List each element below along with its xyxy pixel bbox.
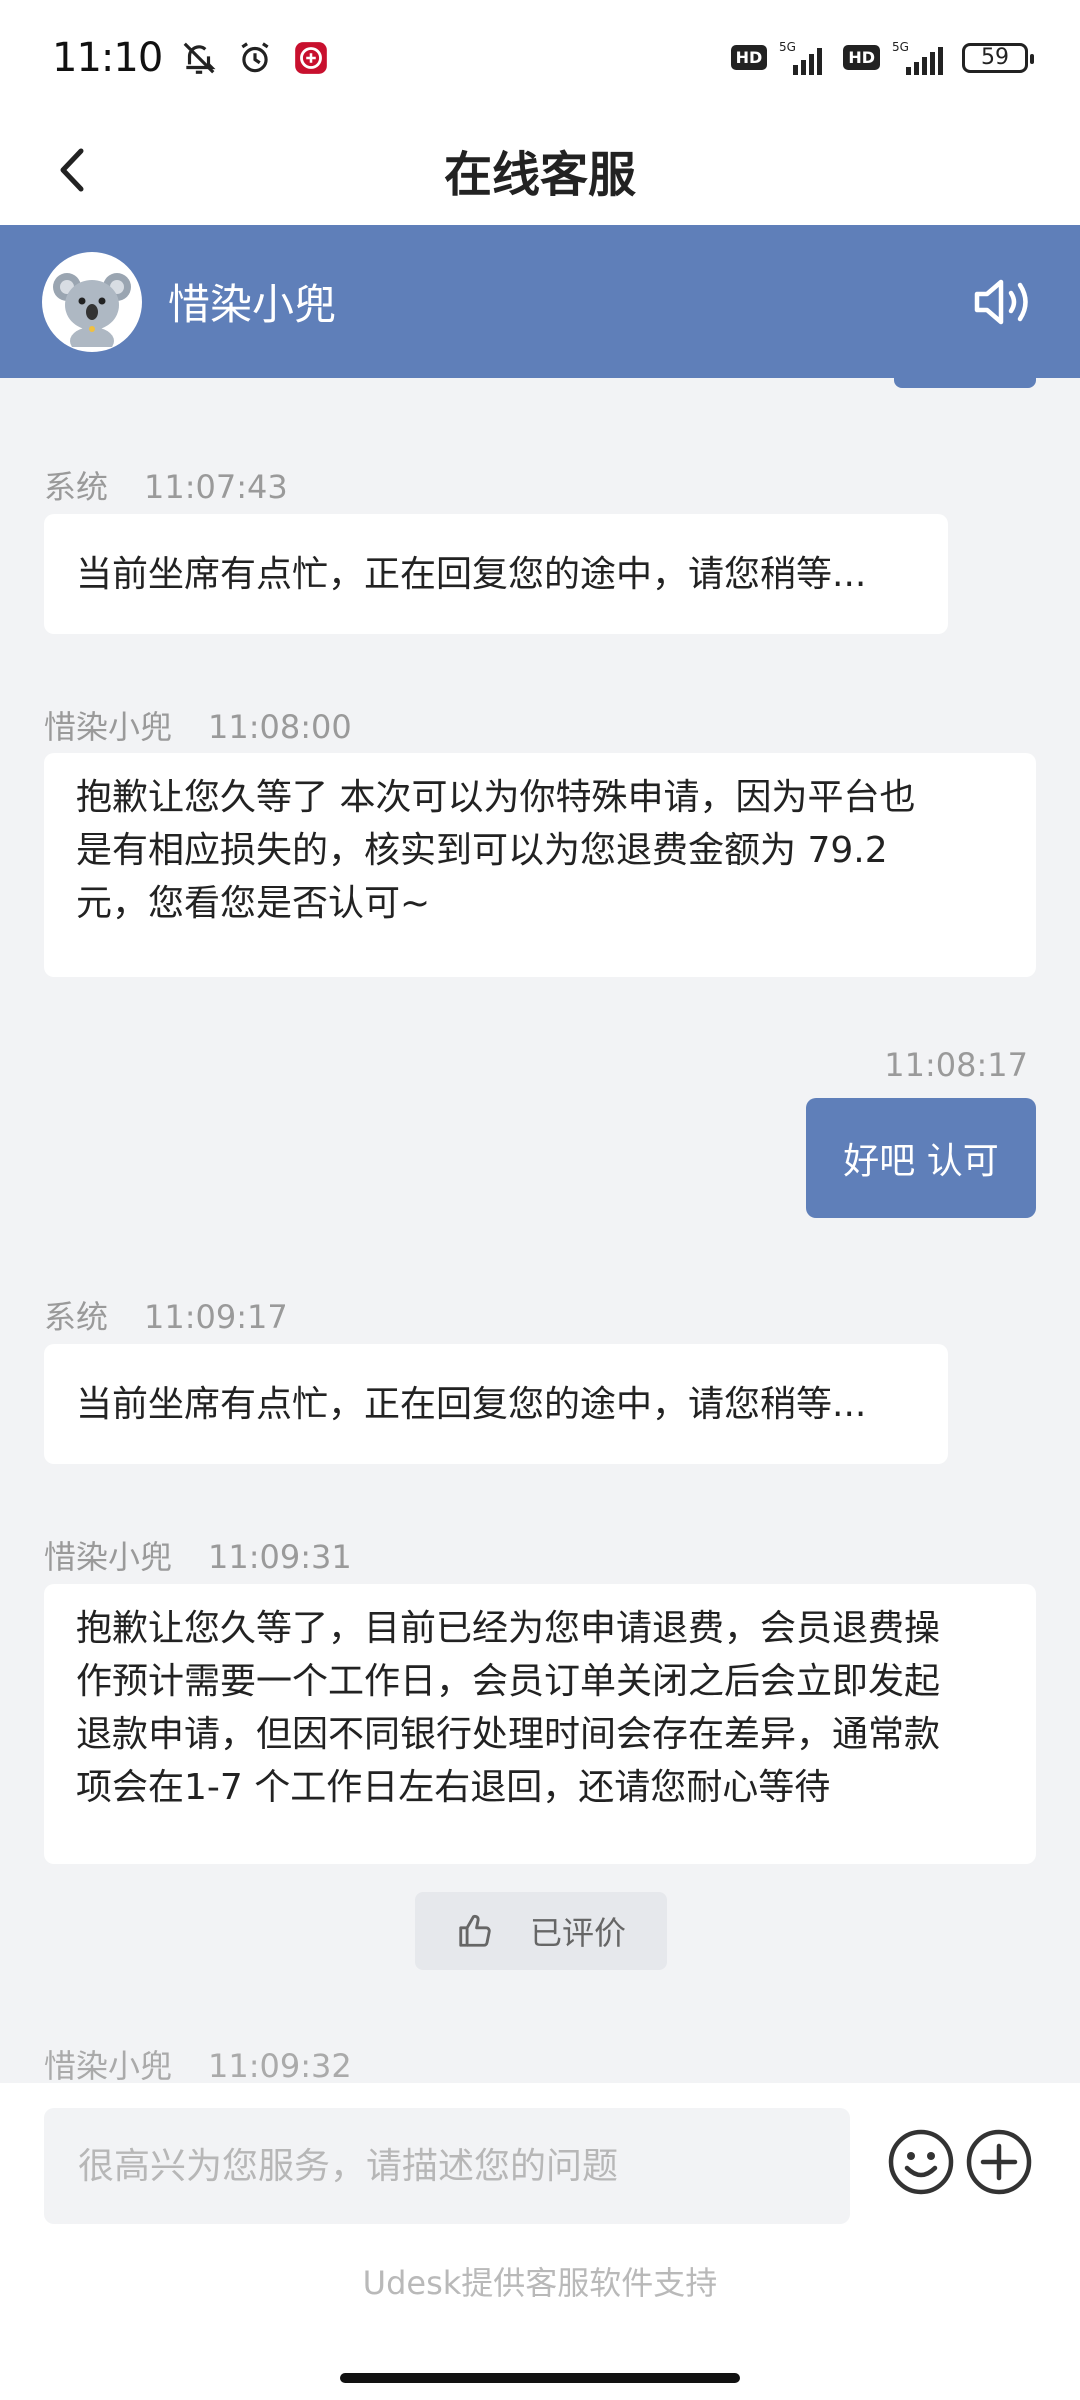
message-text: 当前坐席有点忙，正在回复您的途中，请您稍等...	[76, 553, 867, 595]
message-meta: 系统 11:09:17	[44, 1292, 288, 1338]
svg-text:5G: 5G	[892, 40, 909, 54]
powered-by-text: Udesk提供客服软件支持	[362, 2264, 718, 2302]
message-time: 11:09:31	[208, 1538, 352, 1576]
message-time: 11:07:43	[144, 468, 288, 506]
user-message-bubble: 好吧 认可	[806, 1098, 1036, 1218]
status-left: 11:10	[52, 35, 330, 81]
message-input[interactable]	[44, 2108, 850, 2224]
back-button[interactable]	[40, 137, 106, 203]
message-time: 11:08:00	[208, 708, 352, 746]
signal-5g-icon: 5G	[779, 40, 823, 75]
system-message-bubble: 当前坐席有点忙，正在回复您的途中，请您稍等...	[44, 1344, 948, 1464]
previous-user-bubble-edge	[894, 378, 1036, 388]
message-line: 抱歉让您久等了 本次可以为你特殊申请，因为平台也	[76, 777, 916, 818]
agent-message-bubble: 抱歉让您久等了，目前已经为您申请退费，会员退费操 作预计需要一个工作日，会员订单…	[44, 1584, 1036, 1864]
message-time: 11:09:32	[208, 2047, 352, 2083]
status-bar: 11:10 HD 5G HD 5G 59	[0, 0, 1080, 115]
thumbs-up-icon	[459, 1914, 491, 1947]
rated-button[interactable]: 已评价	[415, 1892, 667, 1970]
message-line: 退款申请，但因不同银行处理时间会存在差异，通常款	[76, 1714, 941, 1755]
smiley-icon	[888, 2129, 954, 2195]
message-time: 11:09:17	[144, 1298, 288, 1336]
message-text: 当前坐席有点忙，正在回复您的途中，请您稍等...	[76, 1383, 867, 1425]
agent-avatar[interactable]	[42, 251, 142, 352]
input-area: Udesk提供客服软件支持	[0, 2083, 1080, 2400]
mute-bell-icon	[183, 42, 216, 74]
message-time: 11:08:17	[884, 1046, 1028, 1084]
message-line: 项会在1-7 个工作日左右退回，还请您耐心等待	[76, 1767, 831, 1808]
home-indicator[interactable]	[340, 2373, 740, 2383]
message-meta-partial: 惜染小兜 11:09:32	[44, 2036, 352, 2083]
chevron-left-icon	[60, 148, 84, 192]
message-line: 是有相应损失的，核实到可以为您退费金额为 79.2	[76, 830, 888, 871]
chat-message-list[interactable]: 系统 11:07:43 当前坐席有点忙，正在回复您的途中，请您稍等... 惜染小兜…	[0, 378, 1080, 2083]
hd-badge: HD	[730, 45, 768, 70]
message-sender: 系统	[44, 468, 109, 506]
message-sender: 惜染小兜	[44, 1538, 173, 1576]
message-meta: 惜染小兜 11:09:31	[44, 1532, 352, 1578]
message-text: 好吧 认可	[843, 1141, 999, 1182]
message-meta: 系统 11:07:43	[44, 462, 288, 508]
message-line: 作预计需要一个工作日，会员订单关闭之后会立即发起	[76, 1661, 941, 1702]
signal-5g-icon-2: 5G	[892, 40, 943, 75]
nav-bar: 在线客服	[0, 115, 1080, 225]
alarm-icon	[241, 41, 269, 72]
message-line: 元，您看您是否认可~	[76, 883, 431, 924]
rated-label: 已评价	[529, 1914, 626, 1952]
message-line: 抱歉让您久等了，目前已经为您申请退费，会员退费操	[76, 1608, 941, 1649]
hd-badge-2: HD	[843, 45, 880, 70]
sound-toggle-button[interactable]	[970, 269, 1036, 335]
emoji-button[interactable]	[887, 2128, 955, 2196]
svg-text:5G: 5G	[779, 40, 796, 54]
speaker-icon	[974, 279, 1028, 325]
agent-name: 惜染小兜	[168, 280, 337, 329]
status-time: 11:10	[52, 34, 163, 81]
page-title: 在线客服	[443, 147, 636, 203]
agent-header: 惜染小兜	[0, 225, 1080, 378]
agent-message-bubble: 抱歉让您久等了 本次可以为你特殊申请，因为平台也 是有相应损失的，核实到可以为您…	[44, 753, 1036, 977]
status-right: HD 5G HD 5G 59	[730, 39, 1034, 77]
koala-avatar-icon	[53, 272, 131, 347]
plus-circle-icon	[966, 2129, 1032, 2195]
message-sender: 惜染小兜	[44, 2047, 173, 2083]
system-message-bubble: 当前坐席有点忙，正在回复您的途中，请您稍等...	[44, 514, 948, 634]
app-notification-icon	[295, 41, 328, 74]
message-sender: 惜染小兜	[44, 708, 173, 746]
battery-indicator: 59	[962, 42, 1034, 73]
message-sender: 系统	[44, 1298, 109, 1336]
message-meta: 惜染小兜 11:08:00	[44, 702, 352, 748]
more-options-button[interactable]	[965, 2128, 1033, 2196]
